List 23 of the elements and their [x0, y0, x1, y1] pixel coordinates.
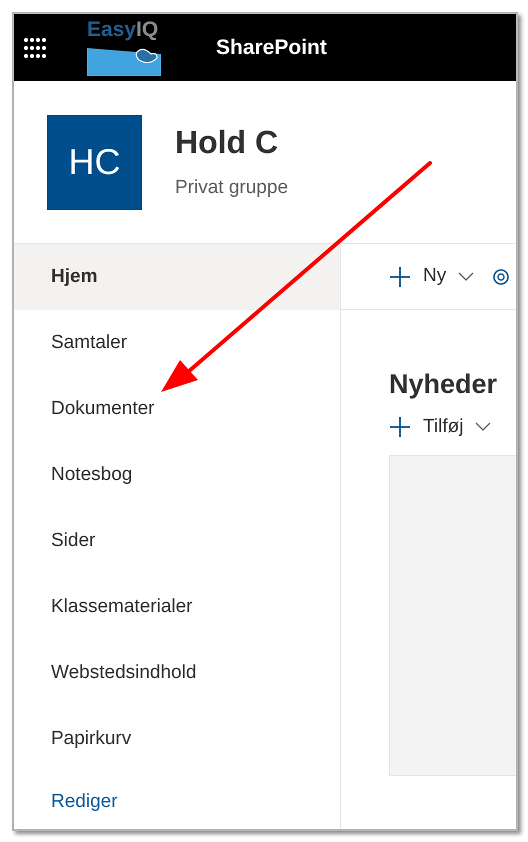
news-heading: Nyheder [389, 368, 498, 401]
plus-icon [389, 266, 411, 288]
add-button[interactable]: Tilføj [389, 412, 492, 441]
nav-item[interactable]: Sider [14, 508, 340, 574]
logo-text: EasyIQ [87, 18, 158, 42]
new-button[interactable]: Ny [389, 262, 474, 291]
nav-item[interactable]: Dokumenter [14, 376, 340, 442]
plus-icon [389, 416, 411, 438]
nav-item[interactable]: Notesbog [14, 442, 340, 508]
app-launcher-icon[interactable] [23, 36, 47, 60]
nav-item[interactable]: Papirkurv [14, 706, 340, 772]
nav-item[interactable]: Hjem [14, 244, 340, 310]
nav-item[interactable]: Webstedsindhold [14, 640, 340, 706]
edit-link[interactable]: Rediger [51, 788, 118, 816]
nav-item[interactable]: Klassematerialer [14, 574, 340, 640]
app-title[interactable]: SharePoint [216, 32, 327, 64]
chevron-down-icon [458, 272, 474, 282]
site-logo: HC [47, 114, 142, 210]
site-title[interactable]: Hold C [175, 122, 288, 162]
chevron-down-icon [475, 422, 492, 432]
site-subtitle: Privat gruppe [175, 176, 288, 200]
logo[interactable]: EasyIQ [87, 18, 169, 78]
nav-item[interactable]: Samtaler [14, 310, 340, 376]
